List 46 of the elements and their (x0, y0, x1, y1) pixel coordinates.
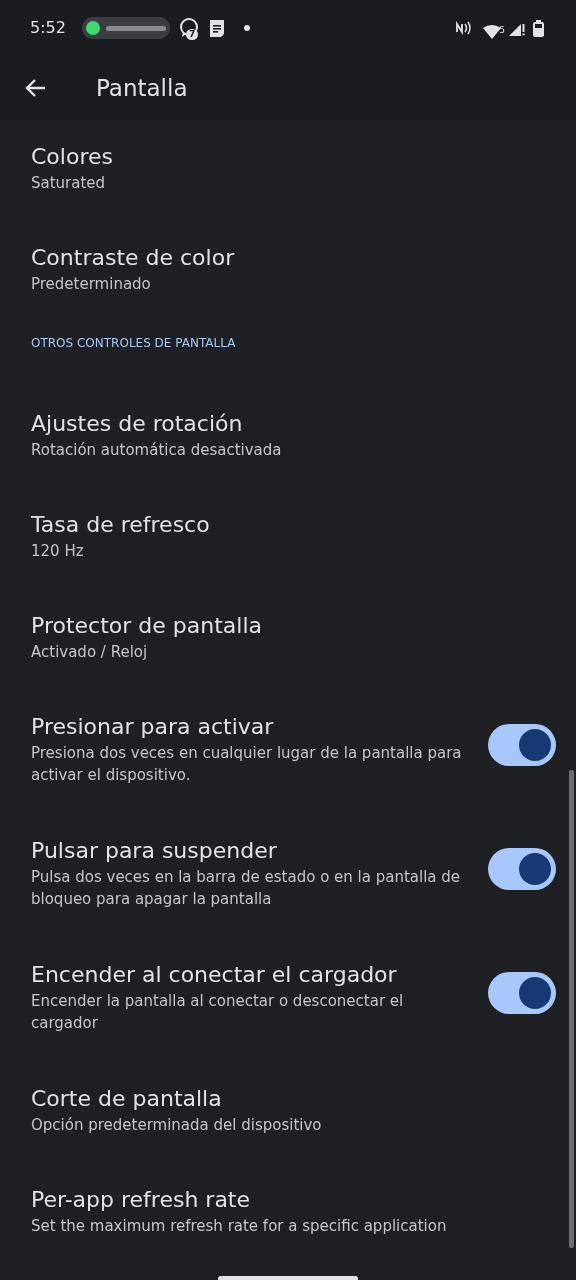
setting-title: Encender al conectar el cargador (31, 961, 398, 989)
page-title: Pantalla (96, 73, 188, 103)
setting-title: Corte de pantalla (31, 1085, 223, 1113)
note-icon (207, 19, 226, 37)
setting-title: Presionar para activar (31, 713, 275, 741)
settings-item[interactable]: Per-app refresh rate Set the maximum refresh rate for a specific application (0, 1167, 576, 1268)
settings-item[interactable]: Colores Saturated (0, 124, 576, 225)
setting-summary: Encender la pantalla al conectar o desconectar el cargador (31, 991, 405, 1034)
setting-summary: Saturated (31, 173, 107, 194)
setting-summary: Pulsa dos veces en la barra de estado o en la pantalla de bloqueo para apagar la pantalla (31, 867, 462, 910)
toggle-switch[interactable] (488, 848, 556, 890)
setting-summary: Rotación automática desactivada (31, 440, 283, 461)
dot-icon (243, 25, 250, 31)
setting-summary: Opción predeterminada del dispositivo (31, 1115, 323, 1136)
setting-title: Colores (31, 143, 114, 171)
setting-summary: Activado / Reloj (31, 642, 149, 663)
notification-count: 7 (185, 29, 199, 40)
app-icon (85, 21, 100, 35)
setting-summary: Predeterminado (31, 274, 152, 295)
settings-item[interactable]: Encender al conectar el cargador Encender la pantalla al conectar o desconectar el cargador (0, 942, 576, 1066)
setting-title: Ajustes de rotación (31, 410, 244, 438)
setting-title: Pulsar para suspender (31, 837, 278, 865)
wifi-icon (483, 24, 501, 39)
toggle-switch[interactable] (488, 972, 556, 1014)
setting-title: Per-app refresh rate (31, 1186, 252, 1214)
setting-summary: 120 Hz (31, 541, 85, 562)
settings-item[interactable]: Pulsar para suspender Pulsa dos veces en la barra de estado o en la pantalla de bloqueo para apagar la pantalla (0, 818, 576, 942)
setting-title: Tasa de refresco (31, 511, 211, 539)
settings-item[interactable]: Contraste de color Predeterminado (0, 225, 576, 326)
settings-item[interactable]: Presionar para activar Presiona dos veces en cualquier lugar de la pantalla para activar el dispositivo. (0, 694, 576, 818)
settings-item[interactable]: Protector de pantalla Activado / Reloj (0, 593, 576, 694)
battery-icon (533, 19, 544, 37)
settings-item[interactable]: Corte de pantalla Opción predeterminada del dispositivo (0, 1066, 576, 1167)
back-button[interactable] (24, 78, 46, 98)
toggle-switch[interactable] (488, 724, 556, 766)
chat-icon (177, 16, 200, 39)
settings-item[interactable]: Ajustes de rotación Rotación automática desactivada (0, 391, 576, 492)
setting-summary: Presiona dos veces en cualquier lugar de la pantalla para activar el dispositivo. (31, 743, 463, 786)
nfc-icon (455, 21, 473, 35)
setting-title: Protector de pantalla (31, 612, 263, 640)
wifi-label: 5 (499, 25, 505, 35)
settings-item[interactable]: Tasa de refresco 120 Hz (0, 492, 576, 593)
clock-time: 5:52 (30, 17, 66, 39)
setting-title: Contraste de color (31, 244, 236, 272)
setting-summary: Set the maximum refresh rate for a specific application (31, 1216, 448, 1237)
section-header: OTROS CONTROLES DE PANTALLA (30, 335, 237, 352)
